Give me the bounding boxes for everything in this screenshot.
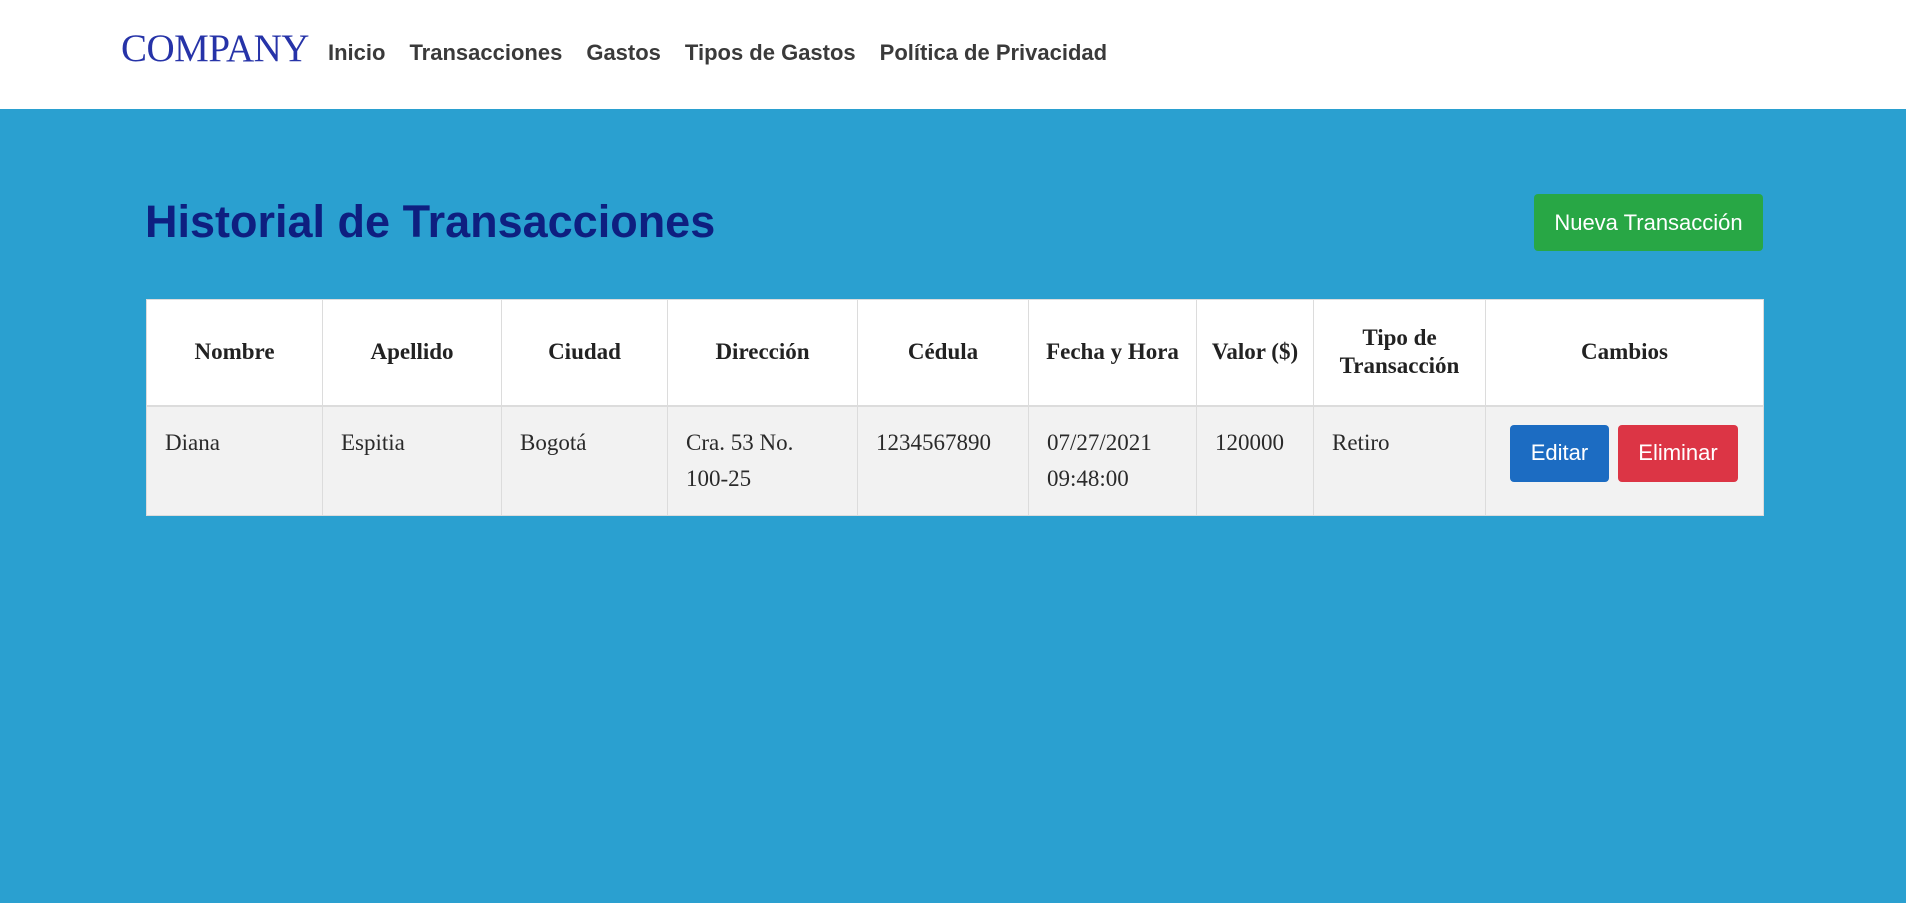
column-header-cambios: Cambios: [1485, 299, 1764, 407]
cell-nombre: Diana: [146, 405, 323, 516]
main-nav: Inicio Transacciones Gastos Tipos de Gas…: [328, 38, 1131, 68]
page-title: Historial de Transacciones: [145, 196, 716, 247]
column-header-apellido: Apellido: [322, 299, 502, 407]
new-transaction-button[interactable]: Nueva Transacción: [1534, 194, 1763, 251]
cell-valor: 120000: [1196, 405, 1314, 516]
column-header-tipo: Tipo de Transacción: [1313, 299, 1486, 407]
table-header-row: Nombre Apellido Ciudad Dirección Cédula …: [146, 299, 1764, 407]
column-header-direccion: Dirección: [667, 299, 858, 407]
cell-cambios: Editar Eliminar: [1485, 405, 1764, 516]
nav-link-politica-privacidad[interactable]: Política de Privacidad: [880, 38, 1107, 68]
transactions-table-container: Nombre Apellido Ciudad Dirección Cédula …: [146, 299, 1764, 516]
table-row: Diana Espitia Bogotá Cra. 53 No. 100-25 …: [146, 405, 1764, 516]
cell-tipo: Retiro: [1313, 405, 1486, 516]
navbar: COMPANY Inicio Transacciones Gastos Tipo…: [0, 0, 1906, 109]
delete-button[interactable]: Eliminar: [1618, 424, 1738, 482]
nav-link-tipos-de-gastos[interactable]: Tipos de Gastos: [685, 38, 856, 68]
cell-cedula: 1234567890: [857, 405, 1029, 516]
brand-logo[interactable]: COMPANY: [121, 26, 309, 72]
column-header-nombre: Nombre: [146, 299, 323, 407]
cell-ciudad: Bogotá: [501, 405, 668, 516]
cell-fecha-hora: 07/27/2021 09:48:00: [1028, 405, 1197, 516]
edit-button[interactable]: Editar: [1510, 424, 1609, 482]
cell-apellido: Espitia: [322, 405, 502, 516]
column-header-cedula: Cédula: [857, 299, 1029, 407]
transactions-table: Nombre Apellido Ciudad Dirección Cédula …: [146, 299, 1764, 516]
nav-link-inicio[interactable]: Inicio: [328, 38, 385, 68]
column-header-fecha-hora: Fecha y Hora: [1028, 299, 1197, 407]
cell-direccion: Cra. 53 No. 100-25: [667, 405, 858, 516]
column-header-valor: Valor ($): [1196, 299, 1314, 407]
nav-link-transacciones[interactable]: Transacciones: [409, 38, 562, 68]
nav-link-gastos[interactable]: Gastos: [586, 38, 661, 68]
column-header-ciudad: Ciudad: [501, 299, 668, 407]
